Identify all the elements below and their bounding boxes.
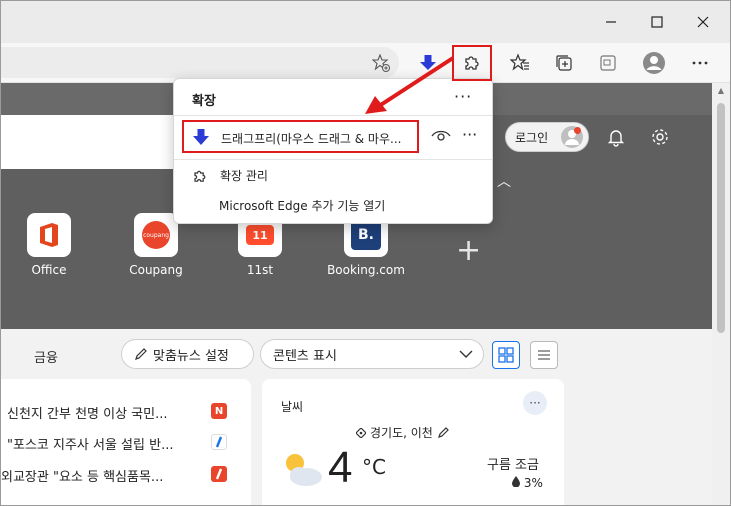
weather-more-button[interactable]: ···: [523, 391, 547, 415]
news-item[interactable]: 외교장관 "요소 등 핵심품목...: [1, 466, 251, 494]
11st-logo-text: 11: [246, 225, 274, 245]
notification-dot: [574, 127, 581, 134]
notifications-button[interactable]: [604, 125, 628, 149]
browser-window: 로그인 ︿ Office coupang Coupang 11 11st B. …: [0, 0, 731, 506]
news-headline: 외교장관 "요소 등 핵심품목...: [1, 470, 164, 485]
login-button[interactable]: 로그인: [505, 122, 589, 152]
more-dots-icon: [692, 61, 708, 65]
publisher-logo-icon: [211, 466, 227, 482]
manage-extensions-item[interactable]: 확장 관리: [192, 167, 268, 184]
divider: [174, 159, 492, 160]
pencil-icon: [135, 348, 147, 360]
web-capture-icon: [600, 55, 616, 71]
close-button[interactable]: [680, 1, 726, 43]
content-dropdown-label: 콘텐츠 표시: [273, 348, 337, 364]
raindrop-icon: [512, 476, 520, 488]
collapse-caret-icon[interactable]: ︿: [497, 171, 511, 191]
extension-more-button[interactable]: ···: [462, 125, 477, 144]
tile-label: Office: [31, 263, 67, 277]
publisher-logo-icon: [211, 434, 227, 450]
publisher-logo-icon: N: [211, 403, 227, 419]
grid-icon: [498, 347, 514, 363]
precipitation: 3%: [512, 476, 543, 490]
page-settings-button[interactable]: [648, 125, 672, 149]
list-view-button[interactable]: [530, 341, 558, 369]
tile-label: 11st: [246, 263, 274, 277]
nav-finance[interactable]: 금융: [34, 347, 58, 366]
favorites-star-icon: [510, 53, 529, 71]
chevron-down-icon: [459, 350, 473, 358]
news-headline: "포스코 지주사 서울 설립 반...: [7, 438, 174, 453]
weather-location[interactable]: 경기도, 이천: [356, 424, 449, 441]
news-item[interactable]: 신천지 간부 천명 이상 국민... N: [1, 403, 251, 431]
personalize-label: 맞춤뉴스 설정: [153, 348, 229, 364]
tile-label: Coupang: [129, 263, 183, 277]
pencil-icon: [437, 426, 449, 438]
avatar: [561, 126, 583, 148]
eye-icon[interactable]: [430, 127, 452, 145]
news-headline: 신천지 간부 천명 이상 국민...: [7, 407, 168, 422]
personalize-button[interactable]: 맞춤뉴스 설정: [121, 339, 254, 369]
popup-title: 확장: [192, 94, 216, 109]
puzzle-icon: [194, 170, 206, 182]
minimize-icon: [606, 21, 616, 23]
extension-name: 드래그프리(마우스 드래그 & 마우...: [221, 132, 402, 146]
scroll-up-icon[interactable]: ▲: [716, 86, 726, 96]
page-scrollbar[interactable]: ▲: [712, 83, 730, 505]
open-addons-label: Microsoft Edge 추가 기능 열기: [219, 199, 386, 213]
tile-label: Booking.com: [327, 263, 405, 277]
gear-icon: [652, 129, 668, 145]
extension-item-dragfree[interactable]: 드래그프리(마우스 드래그 & 마우...: [182, 120, 419, 153]
collections-icon: [556, 55, 572, 71]
coupang-logo-text: coupang: [142, 221, 170, 249]
list-icon: [538, 350, 550, 360]
maximize-button[interactable]: [634, 1, 680, 43]
location-icon: [356, 427, 366, 438]
open-addons-item[interactable]: Microsoft Edge 추가 기능 열기: [219, 197, 385, 214]
close-icon: [697, 16, 709, 28]
address-bar[interactable]: [1, 47, 399, 78]
title-bar: [1, 1, 730, 43]
collections-button[interactable]: [548, 47, 580, 79]
location-label: 경기도, 이천: [370, 426, 433, 440]
blue-down-arrow-icon: [193, 129, 209, 145]
settings-menu-button[interactable]: [684, 47, 716, 79]
feed-navigation: 금융 맞춤뉴스 설정 콘텐츠 표시: [1, 329, 712, 379]
red-arrow-annotation: [365, 56, 455, 114]
office-logo-icon: [27, 213, 71, 257]
booking-logo-text: B.: [351, 220, 381, 250]
tile-office[interactable]: Office: [4, 213, 94, 277]
login-label: 로그인: [515, 130, 549, 145]
content-visibility-dropdown[interactable]: 콘텐츠 표시: [260, 339, 484, 369]
bell-icon: [607, 130, 625, 147]
coupang-logo-icon: coupang: [134, 213, 178, 257]
news-card: 신천지 간부 천명 이상 국민... N "포스코 지주사 서울 설립 반...…: [1, 379, 251, 505]
temperature-value: 4: [328, 443, 353, 492]
favorites-button[interactable]: [504, 47, 536, 79]
search-box[interactable]: [1, 115, 177, 169]
temperature-unit: °C: [362, 455, 386, 479]
profile-avatar-icon: [643, 52, 665, 74]
news-item[interactable]: "포스코 지주사 서울 설립 반...: [1, 434, 251, 462]
grid-view-button[interactable]: [492, 341, 520, 369]
profile-button[interactable]: [638, 47, 670, 79]
weather-condition: 구름 조금: [487, 458, 539, 473]
partly-cloudy-icon: [286, 454, 322, 486]
add-tile-button[interactable]: +: [456, 233, 481, 268]
weather-title: 날씨: [281, 400, 304, 414]
precipitation-value: 3%: [523, 476, 543, 490]
minimize-button[interactable]: [588, 1, 634, 43]
maximize-icon: [651, 16, 663, 28]
manage-extensions-label: 확장 관리: [220, 169, 268, 183]
weather-card[interactable]: 날씨 ··· 경기도, 이천 4 °C 구름 조금 3%: [262, 379, 564, 505]
screenshot-button[interactable]: [592, 47, 624, 79]
scrollbar-thumb[interactable]: [717, 103, 725, 333]
